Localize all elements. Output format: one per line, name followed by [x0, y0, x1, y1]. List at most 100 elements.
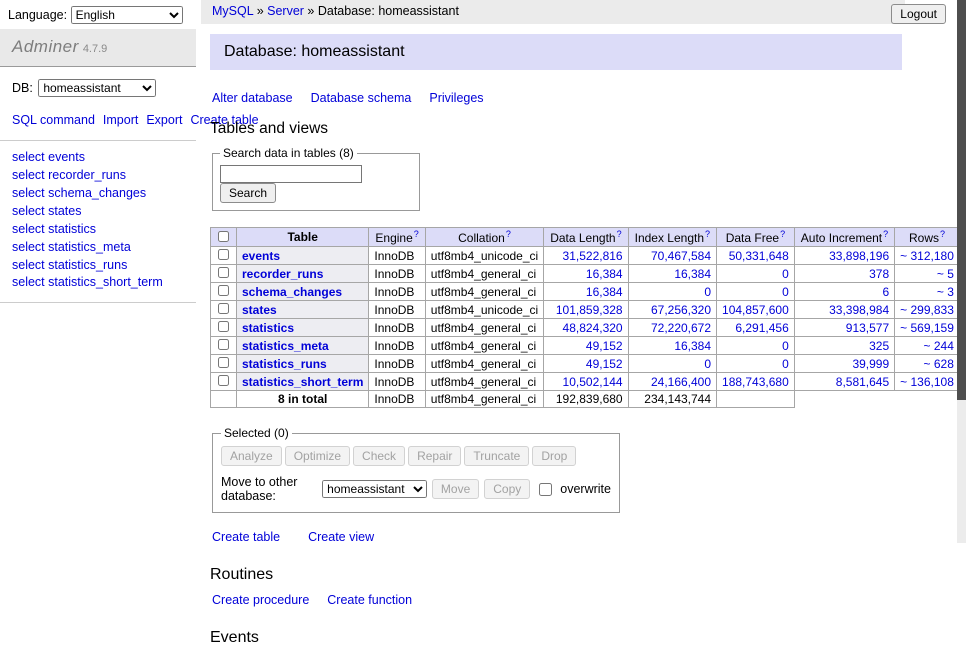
auto-increment-link[interactable]: 378	[869, 267, 889, 281]
routine-link[interactable]: Create procedure	[212, 593, 309, 607]
data-length-link[interactable]: 48,824,320	[563, 321, 623, 335]
help-icon[interactable]: ?	[506, 229, 511, 239]
index-length-link[interactable]: 70,467,584	[651, 249, 711, 263]
auto-increment-link[interactable]: 6	[882, 285, 889, 299]
row-checkbox[interactable]	[218, 375, 229, 386]
truncate-button[interactable]: Truncate	[464, 446, 529, 466]
sidebar-table-link[interactable]: select statistics_short_term	[12, 274, 184, 292]
data-free-link[interactable]: 50,331,648	[729, 249, 789, 263]
optimize-button[interactable]: Optimize	[285, 446, 350, 466]
data-free-link[interactable]: 0	[782, 339, 789, 353]
data-length-link[interactable]: 31,522,816	[563, 249, 623, 263]
row-checkbox[interactable]	[218, 357, 229, 368]
table-name-link[interactable]: events	[242, 249, 280, 263]
data-free-link[interactable]: 0	[782, 285, 789, 299]
table-name-link[interactable]: schema_changes	[242, 285, 342, 299]
help-icon[interactable]: ?	[617, 229, 622, 239]
search-input[interactable]	[220, 165, 362, 183]
index-length-link[interactable]: 24,166,400	[651, 375, 711, 389]
auto-increment-link[interactable]: 8,581,645	[836, 375, 889, 389]
db-select[interactable]: homeassistant	[38, 79, 156, 97]
db-action-link[interactable]: Alter database	[212, 91, 293, 105]
sidebar-table-link[interactable]: select schema_changes	[12, 185, 184, 203]
help-icon[interactable]: ?	[414, 229, 419, 239]
rows-link[interactable]: ~ 628	[924, 357, 954, 371]
rows-link[interactable]: ~ 299,833	[900, 303, 954, 317]
sidebar-table-link[interactable]: select recorder_runs	[12, 167, 184, 185]
analyze-button[interactable]: Analyze	[221, 446, 282, 466]
routine-link[interactable]: Create function	[327, 593, 412, 607]
index-length-link[interactable]: 0	[704, 285, 711, 299]
scrollbar[interactable]	[957, 0, 966, 543]
data-length-link[interactable]: 16,384	[586, 285, 623, 299]
copy-button[interactable]: Copy	[484, 479, 530, 499]
select-all-checkbox[interactable]	[218, 231, 229, 242]
overwrite-checkbox[interactable]	[539, 483, 552, 496]
table-name-link[interactable]: statistics_meta	[242, 339, 329, 353]
index-length-link[interactable]: 72,220,672	[651, 321, 711, 335]
data-free-link[interactable]: 0	[782, 357, 789, 371]
row-checkbox[interactable]	[218, 249, 229, 260]
data-length-link[interactable]: 49,152	[586, 339, 623, 353]
data-length-link[interactable]: 16,384	[586, 267, 623, 281]
data-free-link[interactable]: 188,743,680	[722, 375, 789, 389]
auto-increment-link[interactable]: 33,898,196	[829, 249, 889, 263]
help-icon[interactable]: ?	[705, 229, 710, 239]
data-free-link[interactable]: 0	[782, 267, 789, 281]
sidebar-table-link[interactable]: select statistics_meta	[12, 238, 184, 256]
sidebar-action-link[interactable]: Export	[146, 113, 182, 127]
sidebar-table-link[interactable]: select statistics	[12, 220, 184, 238]
help-icon[interactable]: ?	[940, 229, 945, 239]
move-db-select[interactable]: homeassistant	[322, 480, 427, 498]
create-link[interactable]: Create table	[212, 530, 280, 544]
auto-increment-link[interactable]: 325	[869, 339, 889, 353]
data-free-link[interactable]: 104,857,600	[722, 303, 789, 317]
data-length-link[interactable]: 49,152	[586, 357, 623, 371]
row-checkbox[interactable]	[218, 267, 229, 278]
rows-link[interactable]: ~ 5	[937, 267, 954, 281]
rows-link[interactable]: ~ 244	[924, 339, 954, 353]
db-action-link[interactable]: Privileges	[429, 91, 483, 105]
index-length-link[interactable]: 16,384	[674, 339, 711, 353]
rows-link[interactable]: ~ 3	[937, 285, 954, 299]
db-action-link[interactable]: Database schema	[311, 91, 412, 105]
create-link[interactable]: Create view	[308, 530, 374, 544]
row-checkbox[interactable]	[218, 321, 229, 332]
sidebar-action-link[interactable]: Import	[103, 113, 138, 127]
breadcrumb-link[interactable]: MySQL	[212, 4, 253, 18]
scrollbar-thumb[interactable]	[957, 0, 966, 400]
rows-link[interactable]: ~ 312,180	[900, 249, 954, 263]
table-name-link[interactable]: statistics_runs	[242, 357, 327, 371]
index-length-link[interactable]: 67,256,320	[651, 303, 711, 317]
auto-increment-link[interactable]: 39,999	[852, 357, 889, 371]
table-name-link[interactable]: states	[242, 303, 277, 317]
auto-increment-link[interactable]: 913,577	[846, 321, 889, 335]
sidebar-table-link[interactable]: select statistics_runs	[12, 256, 184, 274]
table-name-link[interactable]: recorder_runs	[242, 267, 323, 281]
index-length-link[interactable]: 0	[704, 357, 711, 371]
sidebar-table-link[interactable]: select events	[12, 149, 184, 167]
rows-link[interactable]: ~ 136,108	[900, 375, 954, 389]
data-length-link[interactable]: 10,502,144	[563, 375, 623, 389]
row-checkbox[interactable]	[218, 285, 229, 296]
search-button[interactable]: Search	[220, 183, 276, 203]
index-length-link[interactable]: 16,384	[674, 267, 711, 281]
move-button[interactable]: Move	[432, 479, 479, 499]
sidebar-table-link[interactable]: select states	[12, 202, 184, 220]
table-name-link[interactable]: statistics	[242, 321, 294, 335]
row-checkbox[interactable]	[218, 303, 229, 314]
breadcrumb-link[interactable]: Server	[267, 4, 304, 18]
sidebar-action-link[interactable]: SQL command	[12, 113, 95, 127]
language-select[interactable]: English	[71, 6, 183, 24]
help-icon[interactable]: ?	[780, 229, 785, 239]
data-length-link[interactable]: 101,859,328	[556, 303, 623, 317]
repair-button[interactable]: Repair	[408, 446, 461, 466]
data-free-link[interactable]: 6,291,456	[735, 321, 788, 335]
help-icon[interactable]: ?	[883, 229, 888, 239]
rows-link[interactable]: ~ 569,159	[900, 321, 954, 335]
table-name-link[interactable]: statistics_short_term	[242, 375, 363, 389]
drop-button[interactable]: Drop	[532, 446, 576, 466]
check-button[interactable]: Check	[353, 446, 405, 466]
auto-increment-link[interactable]: 33,398,984	[829, 303, 889, 317]
logout-button[interactable]: Logout	[891, 4, 946, 24]
